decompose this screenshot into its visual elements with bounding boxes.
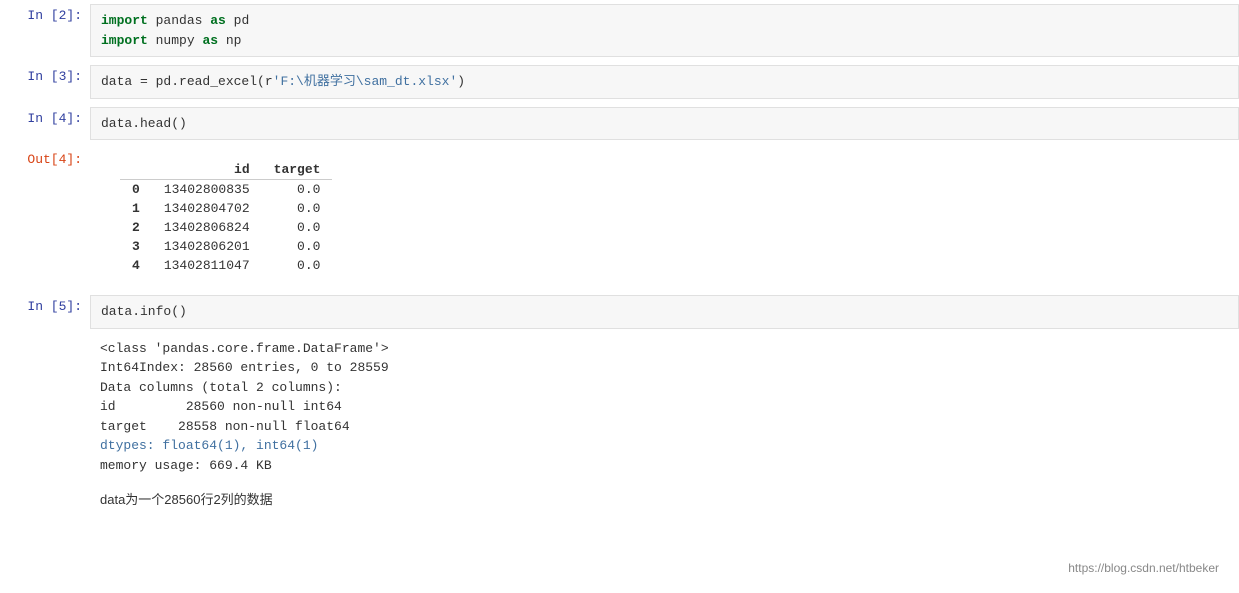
cell-id: 13402806824: [152, 218, 262, 237]
code-line: data.head(): [101, 114, 1228, 134]
info-line: <class 'pandas.core.frame.DataFrame'>: [100, 339, 1229, 359]
col-header-index: [120, 160, 152, 180]
output-4: id target 0 13402800835 0.0 1 1340280470…: [90, 146, 1239, 289]
info-line: target 28558 non-null float64: [100, 417, 1229, 437]
keyword: import: [101, 33, 148, 48]
prompt-5: In [5]:: [0, 291, 90, 333]
keyword: import: [101, 13, 148, 28]
table-row: 0 13402800835 0.0: [120, 180, 332, 200]
row-index: 3: [120, 237, 152, 256]
row-index: 4: [120, 256, 152, 275]
code-text: pandas: [156, 13, 211, 28]
dataframe-table: id target 0 13402800835 0.0 1 1340280470…: [120, 160, 332, 275]
info-line: id 28560 non-null int64: [100, 397, 1229, 417]
col-header-target: target: [262, 160, 333, 180]
input-2[interactable]: import pandas as pd import numpy as np: [90, 4, 1239, 57]
cell-out5: <class 'pandas.core.frame.DataFrame'> In…: [0, 333, 1239, 482]
table-row: 2 13402806824 0.0: [120, 218, 332, 237]
string-literal: 'F:\机器学习\sam_dt.xlsx': [273, 74, 458, 89]
prompt-4: In [4]:: [0, 103, 90, 145]
cell-2: In [2]: import pandas as pd import numpy…: [0, 0, 1239, 61]
prompt-3: In [3]:: [0, 61, 90, 103]
info-line: memory usage: 669.4 KB: [100, 456, 1229, 476]
code-text: pd: [234, 13, 250, 28]
cell-3: In [3]: data = pd.read_excel(r'F:\机器学习\s…: [0, 61, 1239, 103]
info-dtype-line: dtypes: float64(1), int64(1): [100, 436, 1229, 456]
code-text: np: [226, 33, 242, 48]
cell-id: 13402800835: [152, 180, 262, 200]
cell-target: 0.0: [262, 237, 333, 256]
comment-output: data为一个28560行2列的数据: [90, 483, 1239, 514]
code-text: data.info(): [101, 304, 187, 319]
cell-4: In [4]: data.head(): [0, 103, 1239, 145]
prompt-2: In [2]:: [0, 0, 90, 61]
cell-target: 0.0: [262, 199, 333, 218]
cell-id: 13402811047: [152, 256, 262, 275]
code-line: data.info(): [101, 302, 1228, 322]
cell-5: In [5]: data.info(): [0, 291, 1239, 333]
watermark: https://blog.csdn.net/htbeker: [1068, 561, 1219, 575]
table-row: 3 13402806201 0.0: [120, 237, 332, 256]
prompt-comment: [0, 481, 90, 516]
info-line: Data columns (total 2 columns):: [100, 378, 1229, 398]
cell-id: 13402806201: [152, 237, 262, 256]
prompt-out4: Out[4]:: [0, 144, 90, 291]
row-index: 2: [120, 218, 152, 237]
row-index: 0: [120, 180, 152, 200]
cell-out4: Out[4]: id target 0 13402800835 0.0: [0, 144, 1239, 291]
table-row: 1 13402804702 0.0: [120, 199, 332, 218]
col-header-id: id: [152, 160, 262, 180]
code-text: ): [457, 74, 465, 89]
comment-cell: data为一个28560行2列的数据: [0, 481, 1239, 516]
table-header-row: id target: [120, 160, 332, 180]
cell-target: 0.0: [262, 218, 333, 237]
comment-text: data为一个28560行2列的数据: [100, 492, 273, 507]
info-line: Int64Index: 28560 entries, 0 to 28559: [100, 358, 1229, 378]
notebook: In [2]: import pandas as pd import numpy…: [0, 0, 1239, 516]
code-text: data = pd.read_excel(r: [101, 74, 273, 89]
output-5: <class 'pandas.core.frame.DataFrame'> In…: [90, 335, 1239, 480]
cell-target: 0.0: [262, 180, 333, 200]
input-5[interactable]: data.info(): [90, 295, 1239, 329]
cell-target: 0.0: [262, 256, 333, 275]
keyword: as: [202, 33, 218, 48]
code-text: data.head(): [101, 116, 187, 131]
code-text: numpy: [156, 33, 203, 48]
row-index: 1: [120, 199, 152, 218]
keyword: as: [210, 13, 226, 28]
input-4[interactable]: data.head(): [90, 107, 1239, 141]
code-line: import numpy as np: [101, 31, 1228, 51]
cell-id: 13402804702: [152, 199, 262, 218]
code-line: import pandas as pd: [101, 11, 1228, 31]
table-row: 4 13402811047 0.0: [120, 256, 332, 275]
input-3[interactable]: data = pd.read_excel(r'F:\机器学习\sam_dt.xl…: [90, 65, 1239, 99]
code-line: data = pd.read_excel(r'F:\机器学习\sam_dt.xl…: [101, 72, 1228, 92]
prompt-out5: [0, 333, 90, 482]
